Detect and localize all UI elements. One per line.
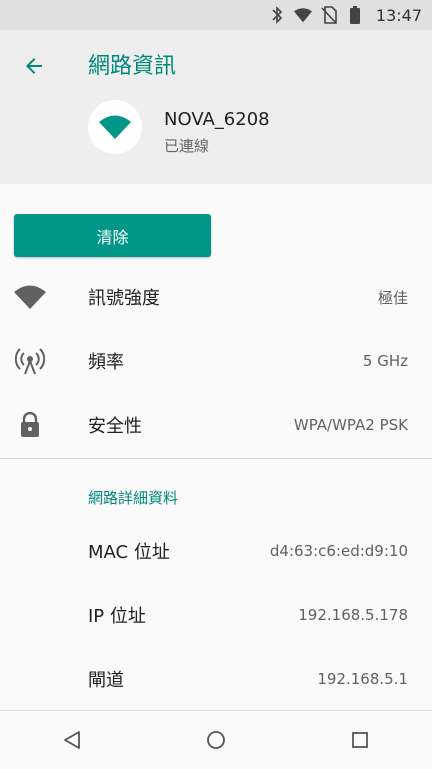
recents-icon [352, 732, 368, 748]
status-bar: 13:47 [0, 0, 432, 30]
page-title: 網路資訊 [88, 54, 177, 79]
no-sim-icon [320, 6, 338, 24]
back-icon [64, 731, 80, 749]
mac-address-row: MAC 位址 d4:63:c6:ed:d9:10 [0, 519, 432, 583]
signal-strength-row: 訊號強度 極佳 [0, 265, 432, 329]
clear-button[interactable]: 清除 [14, 214, 211, 257]
battery-icon [346, 6, 364, 24]
status-time: 13:47 [375, 5, 422, 25]
nav-back-button[interactable] [42, 715, 102, 765]
antenna-frequency-icon [14, 345, 46, 377]
ip-address-label: IP 位址 [88, 606, 146, 627]
frequency-value: 5 GHz [362, 352, 408, 370]
bluetooth-icon [268, 6, 286, 24]
network-avatar [88, 100, 142, 154]
security-value: WPA/WPA2 PSK [293, 416, 408, 434]
nav-home-button[interactable] [186, 715, 246, 765]
home-icon [207, 731, 225, 749]
frequency-label: 頻率 [88, 352, 124, 373]
arrow-back-icon [26, 58, 42, 74]
navigation-bar [0, 710, 432, 769]
security-row: 安全性 WPA/WPA2 PSK [0, 393, 432, 457]
signal-strength-label: 訊號強度 [88, 288, 160, 309]
mac-address-label: MAC 位址 [88, 542, 170, 563]
network-name: NOVA_6208 [164, 109, 270, 130]
signal-strength-value: 極佳 [377, 288, 408, 307]
gateway-value: 192.168.5.1 [317, 670, 408, 688]
network-details-heading: 網路詳細資料 [88, 489, 179, 507]
wifi-signal-icon [14, 281, 46, 313]
frequency-row: 頻率 5 GHz [0, 329, 432, 393]
ip-address-value: 192.168.5.178 [298, 606, 408, 624]
security-label: 安全性 [88, 416, 142, 437]
back-button[interactable] [14, 46, 54, 86]
network-header: 網路資訊 NOVA_6208 已連線 [0, 30, 432, 184]
nav-recents-button[interactable] [330, 715, 390, 765]
mac-address-value: d4:63:c6:ed:d9:10 [269, 542, 408, 560]
lock-icon [14, 409, 46, 441]
gateway-row: 閘道 192.168.5.1 [0, 647, 432, 711]
ip-address-row: IP 位址 192.168.5.178 [0, 583, 432, 647]
section-divider [0, 458, 432, 459]
wifi-status-icon [293, 6, 312, 24]
network-status: 已連線 [164, 137, 210, 155]
gateway-label: 閘道 [88, 670, 124, 691]
wifi-icon [99, 115, 131, 139]
